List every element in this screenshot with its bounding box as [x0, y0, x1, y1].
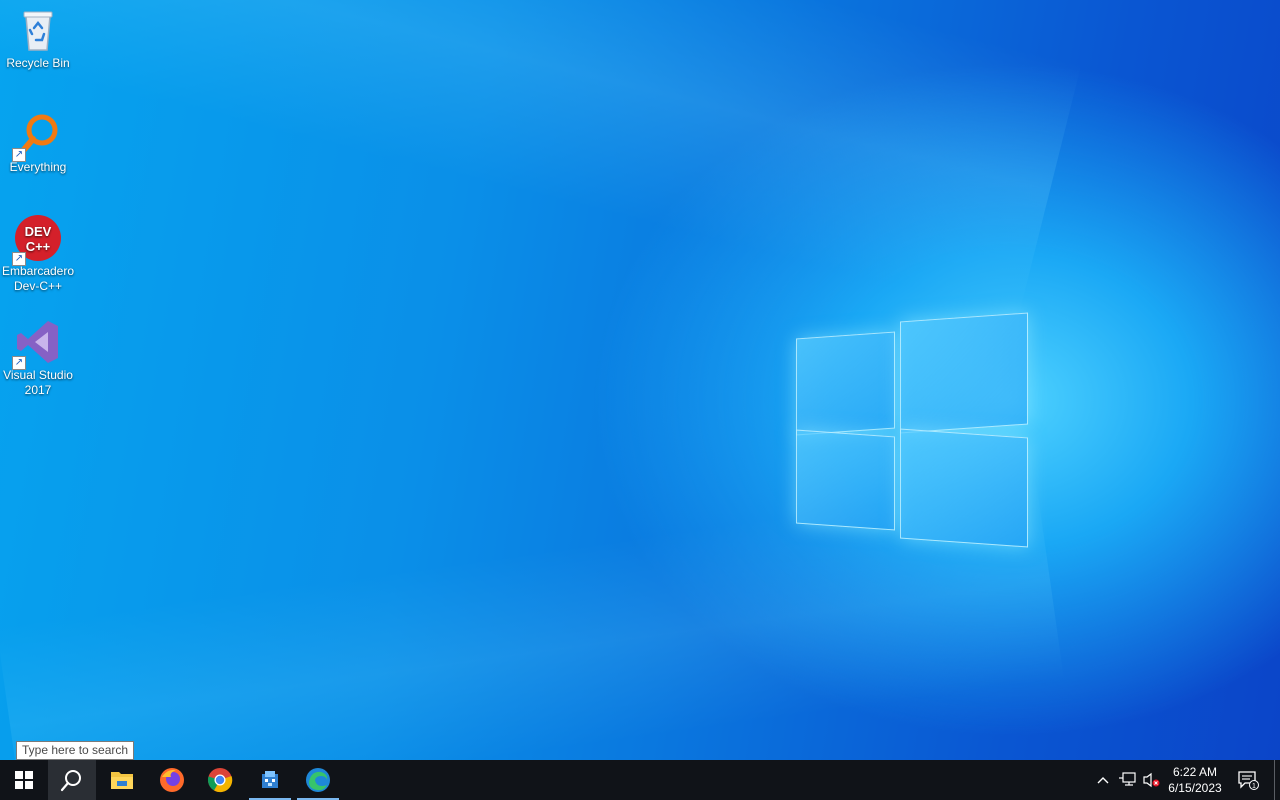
- clock[interactable]: 6:22 AM 6/15/2023: [1164, 760, 1226, 800]
- network-button[interactable]: [1116, 760, 1138, 800]
- dev-cpp-icon: DEV C++ ↗: [12, 214, 62, 266]
- edge-icon: [306, 768, 330, 792]
- network-icon: [1119, 772, 1136, 786]
- windows-start-icon: [15, 771, 33, 789]
- desktop-icon-visual-studio[interactable]: ↗ Visual Studio 2017: [0, 318, 76, 398]
- folder-icon: [111, 772, 133, 789]
- recycle-bin-icon: [14, 6, 62, 54]
- edge-button[interactable]: [294, 760, 342, 800]
- search-tooltip: Type here to search: [16, 741, 135, 760]
- clock-time: 6:22 AM: [1172, 765, 1218, 779]
- show-hidden-icons-button[interactable]: [1092, 760, 1114, 800]
- volume-button[interactable]: [1140, 760, 1162, 800]
- action-center-button[interactable]: 1: [1232, 760, 1264, 800]
- svg-text:DEV: DEV: [25, 224, 52, 239]
- app-button[interactable]: [246, 760, 294, 800]
- desktop-icon-label-line1: Embarcadero: [1, 264, 75, 278]
- chrome-button[interactable]: [196, 760, 244, 800]
- start-button[interactable]: [0, 760, 48, 800]
- taskbar: 6:22 AM 6/15/2023 1: [0, 760, 1280, 800]
- app-icon: [262, 771, 278, 788]
- light-beam-upper: [0, 0, 1082, 317]
- svg-text:C++: C++: [26, 239, 51, 254]
- shortcut-arrow-icon: ↗: [12, 356, 26, 370]
- desktop-icon-label: Everything: [9, 160, 67, 174]
- windows-logo-wallpaper: [790, 305, 1035, 550]
- desktop[interactable]: Recycle Bin ↗ Everything DEV C++ ↗ Embar…: [0, 0, 1280, 760]
- desktop-icon-label-line2: 2017: [24, 383, 52, 397]
- desktop-icon-label-line2: Dev-C++: [13, 279, 63, 293]
- volume-muted-icon: [1143, 772, 1160, 788]
- firefox-icon: [160, 768, 184, 792]
- desktop-icon-label: Recycle Bin: [6, 56, 70, 70]
- desktop-icon-label-line1: Visual Studio: [3, 368, 73, 382]
- notification-icon: 1: [1238, 771, 1259, 790]
- clock-date: 6/15/2023: [1168, 781, 1222, 795]
- desktop-icon-dev-cpp[interactable]: DEV C++ ↗ Embarcadero Dev-C++: [0, 214, 76, 294]
- show-desktop-button[interactable]: [1274, 760, 1280, 800]
- desktop-icon-recycle-bin[interactable]: Recycle Bin: [0, 6, 76, 71]
- chrome-icon: [207, 768, 233, 793]
- shortcut-arrow-icon: ↗: [12, 148, 26, 162]
- desktop-icon-everything[interactable]: ↗ Everything: [0, 110, 76, 175]
- firefox-button[interactable]: [148, 760, 196, 800]
- search-button[interactable]: [48, 760, 96, 800]
- svg-text:1: 1: [1252, 783, 1256, 790]
- search-icon: [60, 770, 81, 792]
- everything-search-icon: ↗: [12, 110, 62, 162]
- chevron-up-icon: [1097, 777, 1109, 784]
- visual-studio-icon: ↗: [12, 318, 62, 370]
- file-explorer-button[interactable]: [98, 760, 146, 800]
- shortcut-arrow-icon: ↗: [12, 252, 26, 266]
